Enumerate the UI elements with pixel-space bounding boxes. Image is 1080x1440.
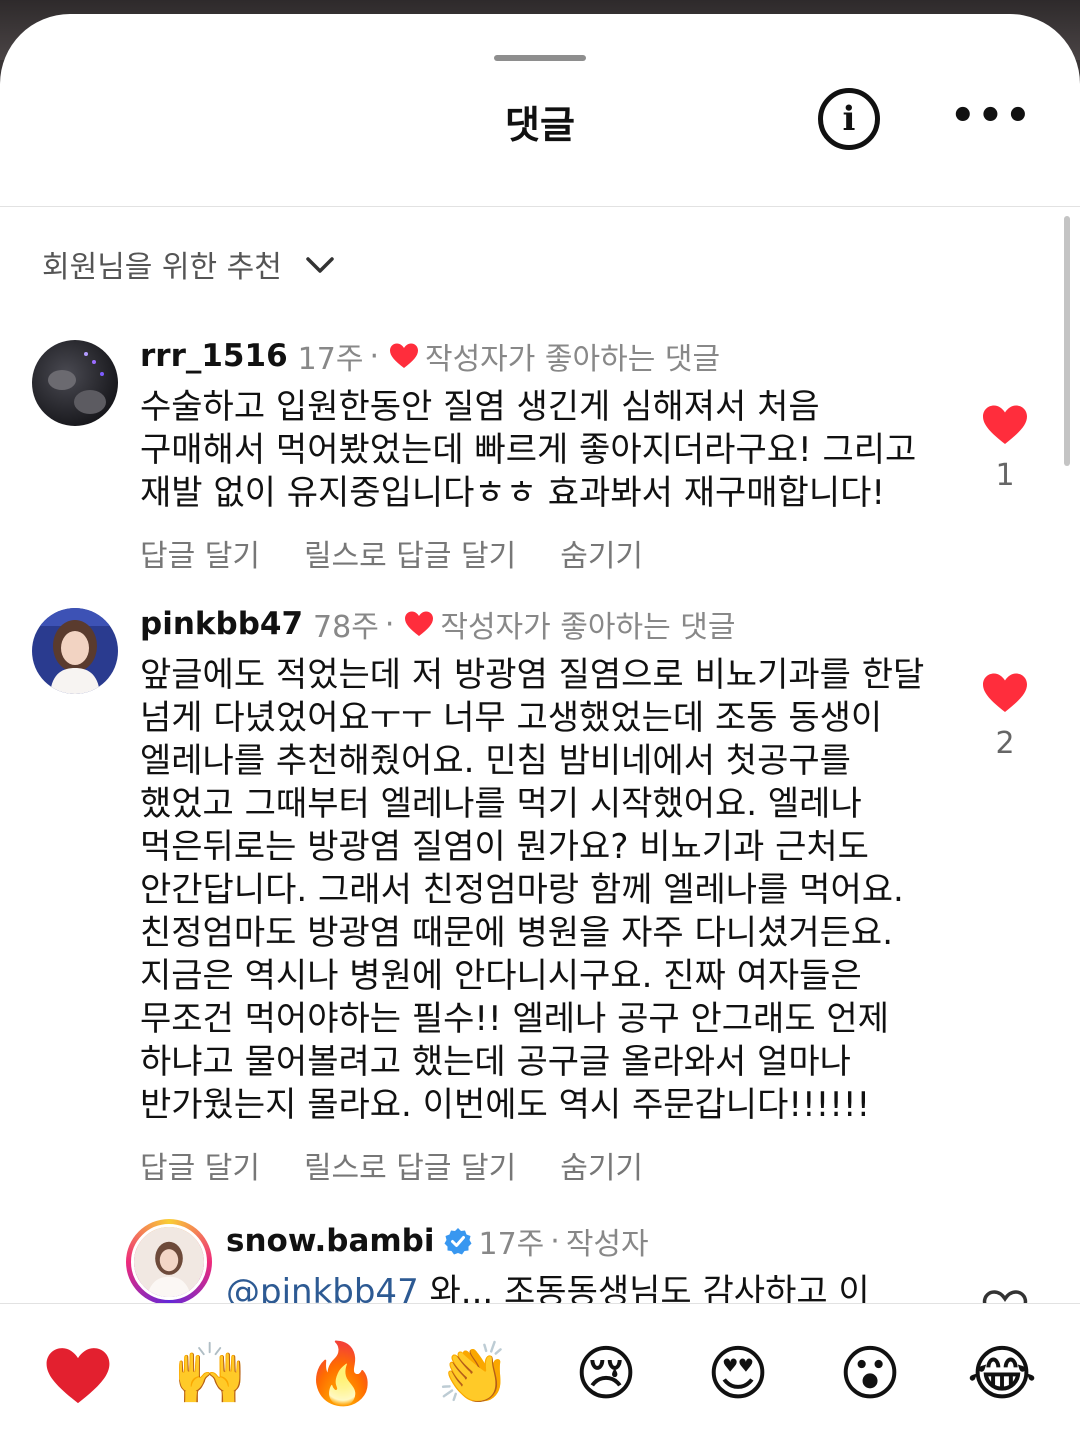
like-column: 2 [970, 672, 1040, 761]
username[interactable]: rrr_1516 [140, 338, 288, 374]
more-icon[interactable]: ••• [950, 96, 1031, 136]
info-icon[interactable]: i [818, 88, 880, 150]
comment-meta: snow.bambi 17주 · 작성자 [226, 1219, 946, 1263]
sort-selector[interactable]: 회원님을 위한 추천 [42, 242, 340, 286]
comment-meta: rrr_1516 17주 · 작성자가 좋아하는 댓글 [140, 334, 940, 378]
comment-text: 수술하고 입원한동안 질염 생긴게 심해져서 처음 구매해서 먹어봤었는데 빠르… [140, 387, 917, 513]
crying-face-icon: 😢 [574, 1339, 638, 1409]
creator-liked-badge: 작성자가 좋아하는 댓글 [424, 342, 721, 377]
emoji-surprised-button[interactable]: 😮 [830, 1334, 910, 1414]
avatar[interactable] [32, 608, 118, 694]
reply-with-reel-button[interactable]: 릴스로 답글 달기 [304, 1143, 516, 1187]
reaction-bar: 🙌 🔥 👏 😢 😍 😮 😂 [0, 1303, 1080, 1440]
heart-icon [405, 611, 434, 636]
username[interactable]: snow.bambi [226, 1223, 434, 1259]
emoji-laughing-button[interactable]: 😂 [962, 1334, 1042, 1414]
sort-label: 회원님을 위한 추천 [42, 250, 282, 285]
like-count: 2 [995, 726, 1015, 761]
laughing-face-icon: 😂 [966, 1339, 1038, 1409]
fire-icon: 🔥 [304, 1339, 380, 1409]
username[interactable]: pinkbb47 [140, 606, 303, 642]
emoji-raised-hands-button[interactable]: 🙌 [170, 1334, 250, 1414]
clap-icon: 👏 [436, 1339, 512, 1409]
comment-actions: 답글 달기 릴스로 답글 달기 숨기기 [140, 531, 940, 575]
reply-button[interactable]: 답글 달기 [140, 1143, 260, 1187]
avatar[interactable] [126, 1219, 212, 1305]
avatar[interactable] [32, 340, 118, 426]
hide-button[interactable]: 숨기기 [560, 1143, 643, 1187]
emoji-heart-button[interactable] [38, 1334, 118, 1414]
comment-time: 17주 [297, 342, 364, 377]
comment-time: 17주 [478, 1227, 545, 1262]
comment-meta: pinkbb47 78주 · 작성자가 좋아하는 댓글 [140, 602, 940, 646]
comment-time: 78주 [313, 610, 379, 645]
hide-button[interactable]: 숨기기 [560, 531, 643, 575]
reply-with-reel-button[interactable]: 릴스로 답글 달기 [304, 531, 516, 575]
separator-dot: · [369, 338, 379, 374]
like-count: 1 [995, 458, 1015, 493]
comment-text: 앞글에도 적었는데 저 방광염 질염으로 비뇨기과를 한달 넘게 다녔었어요ㅜㅜ… [140, 655, 925, 1125]
comment-actions: 답글 달기 릴스로 답글 달기 숨기기 [140, 1143, 940, 1187]
emoji-crying-button[interactable]: 😢 [566, 1334, 646, 1414]
emoji-heart-eyes-button[interactable]: 😍 [698, 1334, 778, 1414]
like-column: 1 [970, 404, 1040, 493]
header-divider [0, 206, 1080, 207]
author-label: 작성자 [565, 1227, 649, 1262]
comments-sheet: 댓글 i ••• 회원님을 위한 추천 rrr_1516 17주 · 작성자가 … [0, 14, 1080, 1440]
heart-eyes-icon: 😍 [706, 1339, 770, 1409]
heart-icon[interactable] [982, 404, 1028, 446]
heart-icon [46, 1348, 110, 1404]
separator-dot: · [384, 606, 395, 642]
sheet-grabber[interactable] [494, 55, 586, 61]
separator-dot: · [550, 1223, 560, 1259]
heart-icon [389, 343, 418, 368]
scrollbar[interactable] [1064, 216, 1070, 466]
verified-icon [444, 1228, 472, 1255]
page-title: 댓글 [505, 103, 575, 147]
raised-hands-icon: 🙌 [172, 1339, 248, 1409]
emoji-clap-button[interactable]: 👏 [434, 1334, 514, 1414]
heart-icon[interactable] [982, 672, 1028, 714]
surprised-face-icon: 😮 [838, 1339, 902, 1409]
reply-button[interactable]: 답글 달기 [140, 531, 260, 575]
creator-liked-badge: 작성자가 좋아하는 댓글 [440, 610, 736, 645]
emoji-fire-button[interactable]: 🔥 [302, 1334, 382, 1414]
chevron-down-icon [306, 257, 334, 273]
